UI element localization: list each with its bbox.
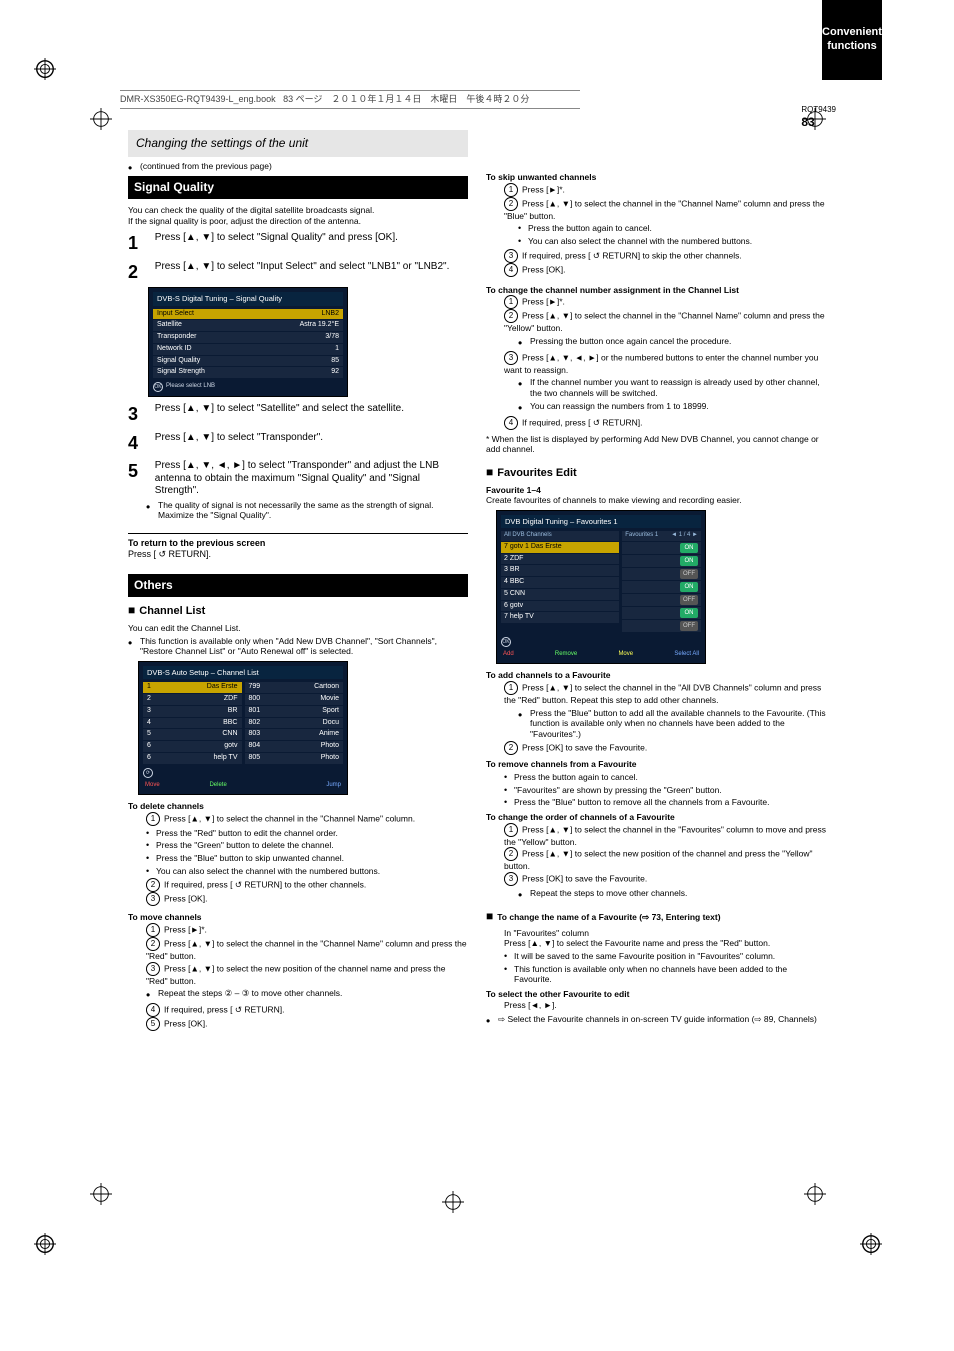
to-add-head: To add channels to a Favourite bbox=[486, 670, 611, 680]
channel-list-note: • This function is available only when "… bbox=[128, 636, 468, 657]
channel-list-intro: You can edit the Channel List. bbox=[128, 623, 468, 634]
channel-list-screen: DVB-S Auto Setup – Channel List 1Das Ers… bbox=[138, 661, 348, 795]
to-skip-head: To skip unwanted channels bbox=[486, 172, 596, 182]
signal-quality-line2: If the signal quality is poor, adjust th… bbox=[128, 216, 468, 227]
toggle-off-icon: OFF bbox=[680, 595, 698, 605]
sq-step-3: 3 Press [▲, ▼] to select "Satellite" and… bbox=[128, 403, 468, 426]
sq-step-5: 5 Press [▲, ▼, ◄, ►] to select "Transpon… bbox=[128, 460, 468, 498]
to-select-other-head: To select the other Favourite to edit bbox=[486, 989, 629, 999]
registration-mark-top-left bbox=[34, 58, 94, 118]
continued-note: • (continued from the previous page) bbox=[128, 161, 468, 174]
toggle-on-icon: ON bbox=[680, 543, 698, 553]
hint-icon: ⟳ bbox=[143, 768, 153, 778]
toggle-on-icon: ON bbox=[680, 556, 698, 566]
section-title-band: Changing the settings of the unit bbox=[128, 130, 468, 157]
registration-mark-inner-br bbox=[804, 1183, 864, 1243]
registration-mark-bottom-center bbox=[442, 1191, 502, 1251]
toggle-off-icon: OFF bbox=[680, 569, 698, 579]
screen-title: DVB Digital Tuning – Favourites 1 bbox=[501, 515, 701, 528]
sq-step-4: 4 Press [▲, ▼] to select "Transponder". bbox=[128, 432, 468, 455]
screen-title: DVB-S Auto Setup – Channel List bbox=[143, 666, 343, 679]
page-number: RQT9439 83 bbox=[801, 105, 836, 130]
header-pageinfo: 83 ページ ２０１０年１月１４日 木曜日 午後４時２０分 bbox=[283, 94, 529, 104]
sq-step-1: 1 Press [▲, ▼] to select "Signal Quality… bbox=[128, 232, 468, 255]
star-note: * When the list is displayed by performi… bbox=[486, 434, 826, 455]
signal-quality-screen: DVB-S Digital Tuning – Signal Quality In… bbox=[148, 287, 348, 397]
toggle-on-icon: ON bbox=[680, 582, 698, 592]
to-remove-head: To remove channels from a Favourite bbox=[486, 759, 637, 769]
ok-icon: OK bbox=[501, 637, 511, 647]
side-tab: Convenient functions bbox=[822, 0, 882, 80]
to-change-number-head: To change the channel number assignment … bbox=[486, 285, 739, 295]
toggle-on-icon: ON bbox=[680, 608, 698, 618]
favourites-edit-subhead: ■Favourites Edit bbox=[486, 465, 826, 481]
favourites-screen: DVB Digital Tuning – Favourites 1 All DV… bbox=[496, 510, 706, 664]
section-heading-signal-quality: Signal Quality bbox=[128, 176, 468, 199]
header-filename: DMR-XS350EG-RQT9439-L_eng.book bbox=[120, 94, 276, 104]
sq-step-2: 2 Press [▲, ▼] to select "Input Select" … bbox=[128, 261, 468, 284]
to-change-name-head: ■To change the name of a Favourite (⇨ 73… bbox=[486, 909, 826, 924]
to-move-head: To move channels bbox=[128, 912, 202, 922]
signal-quality-intro: You can check the quality of the digital… bbox=[128, 205, 468, 216]
screen-title: DVB-S Digital Tuning – Signal Quality bbox=[153, 292, 343, 305]
print-header: DMR-XS350EG-RQT9439-L_eng.book 83 ページ ２０… bbox=[120, 94, 580, 105]
ok-icon: OK bbox=[153, 382, 163, 392]
pager-indicator: ◄ 1 / 4 ► bbox=[671, 532, 698, 540]
left-column: Changing the settings of the unit • (con… bbox=[128, 130, 468, 1031]
section-heading-others: Others bbox=[128, 574, 468, 597]
registration-mark-bottom-right bbox=[860, 1233, 920, 1293]
to-return-block: To return to the previous screen Press [… bbox=[128, 533, 468, 561]
channel-list-subhead: ■Channel List bbox=[128, 603, 468, 619]
to-delete-head: To delete channels bbox=[128, 801, 204, 811]
to-change-order-head: To change the order of channels of a Fav… bbox=[486, 812, 675, 822]
sq-post-bullet: • The quality of signal is not necessari… bbox=[128, 500, 468, 521]
toggle-off-icon: OFF bbox=[680, 621, 698, 631]
registration-mark-inner-bl bbox=[90, 1183, 150, 1243]
right-column: To skip unwanted channels 1Press [►]*. 2… bbox=[486, 130, 826, 1029]
registration-mark-bottom-left bbox=[34, 1233, 94, 1293]
